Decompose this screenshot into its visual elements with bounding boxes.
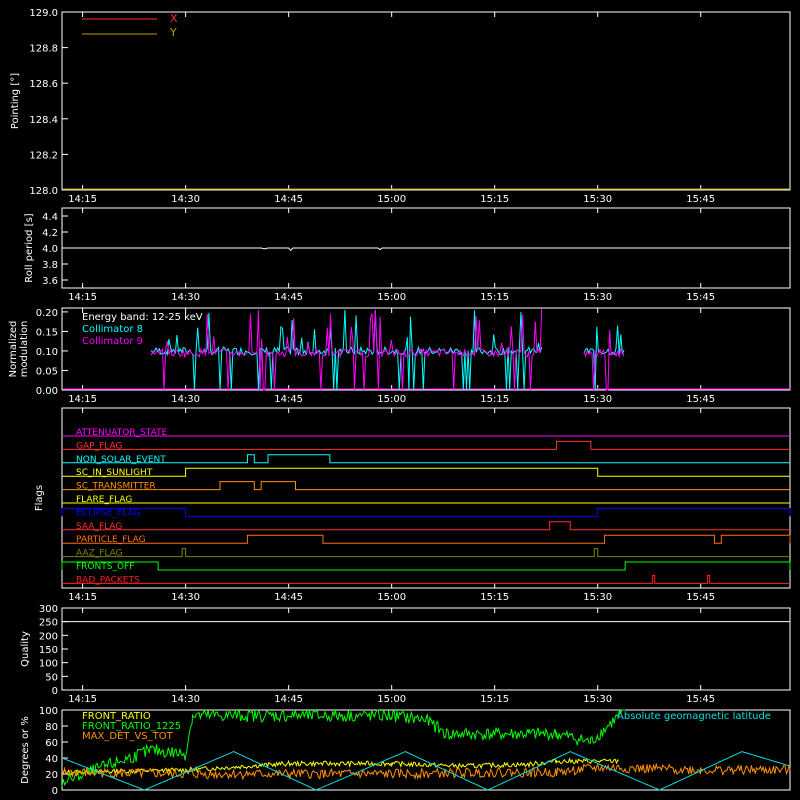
legend-collimator-8: Collimator 8: [82, 324, 143, 335]
x-tick-label: 14:15: [68, 394, 97, 405]
y-tick-label: 100: [39, 659, 58, 670]
y-tick-label: 150: [39, 645, 58, 656]
figure: Pointing [°] 128.0 128.2 128.4 128.6 128.8 12…: [0, 0, 800, 800]
x-tick-label: 14:45: [274, 394, 303, 405]
x-tick-label: 15:00: [377, 194, 406, 205]
x-tick-label: 14:30: [171, 694, 200, 705]
y-tick-label: 0.20: [36, 308, 58, 319]
legend-collimator-9: Collimator 9: [82, 336, 143, 347]
x-tick-label: 15:00: [377, 394, 406, 405]
x-tick-label: 14:30: [171, 592, 200, 603]
x-tick-label: 15:45: [686, 394, 715, 405]
x-tick-label: 14:45: [274, 694, 303, 705]
legend-x-label: X: [170, 12, 178, 25]
y-tick-label: 80: [45, 722, 58, 733]
x-tick-label: 14:15: [68, 292, 97, 303]
flag-label: ECLIPSE_FLAG: [76, 508, 140, 518]
y-tick-label: 128.0: [29, 186, 58, 197]
x-tick-label: 15:30: [583, 592, 612, 603]
x-tick-label: 15:45: [686, 592, 715, 603]
x-tick-label: 15:15: [480, 394, 509, 405]
x-tick-label: 15:30: [583, 194, 612, 205]
x-tick-label: 14:45: [274, 292, 303, 303]
x-tick-label: 15:15: [480, 592, 509, 603]
roll-period-ylabel: Roll period [s]: [24, 213, 35, 282]
y-tick-label: 129.0: [29, 8, 58, 19]
y-tick-label: 0.00: [36, 386, 58, 397]
x-tick-label: 15:00: [377, 694, 406, 705]
y-tick-label: 128.8: [29, 44, 58, 55]
x-tick-label: 15:00: [377, 592, 406, 603]
x-tick-label: 14:30: [171, 194, 200, 205]
x-tick-label: 15:00: [377, 292, 406, 303]
x-tick-label: 15:30: [583, 292, 612, 303]
y-tick-label: 0: [52, 686, 58, 697]
legend-geomagnetic-latitude: Absolute geomagnetic latitude: [617, 711, 771, 722]
y-tick-label: 4.2: [42, 228, 58, 239]
flags-ylabel: Flags: [34, 485, 45, 511]
y-tick-label: 300: [39, 604, 58, 615]
modulation-ylabel-line1: Normalized: [8, 321, 19, 378]
x-tick-label: 15:30: [583, 394, 612, 405]
y-tick-label: 4.4: [42, 212, 58, 223]
flag-label: FRONTS_OFF: [76, 562, 134, 572]
y-tick-label: 100: [39, 706, 58, 717]
modulation-ylabel-line2: modulation: [19, 321, 30, 378]
x-tick-label: 14:15: [68, 592, 97, 603]
y-tick-label: 3.6: [42, 276, 58, 287]
y-tick-label: 3.8: [42, 260, 58, 271]
pointing-ylabel: Pointing [°]: [10, 73, 21, 129]
x-tick-label: 15:45: [686, 194, 715, 205]
y-tick-label: 40: [45, 754, 58, 765]
x-tick-label: 15:15: [480, 194, 509, 205]
y-tick-label: 128.4: [29, 115, 58, 126]
x-tick-label: 14:30: [171, 394, 200, 405]
y-tick-label: 4.0: [42, 244, 58, 255]
energy-band-annotation: Energy band: 12-25 keV: [82, 312, 203, 323]
x-tick-label: 14:45: [274, 592, 303, 603]
y-tick-label: 128.2: [29, 150, 58, 161]
y-tick-label: 60: [45, 738, 58, 749]
x-tick-label: 14:15: [68, 194, 97, 205]
ratio-ylabel: Degrees or %: [20, 716, 31, 784]
y-tick-label: 200: [39, 631, 58, 642]
legend-y-label: Y: [169, 26, 177, 39]
y-tick-label: 0.15: [36, 327, 58, 338]
x-tick-label: 14:30: [171, 292, 200, 303]
x-tick-label: 14:15: [68, 694, 97, 705]
y-tick-label: 0.10: [36, 347, 58, 358]
x-tick-label: 15:15: [480, 694, 509, 705]
y-tick-label: 0: [52, 786, 58, 797]
y-tick-label: 20: [45, 770, 58, 781]
x-tick-label: 14:45: [274, 194, 303, 205]
legend-max-det-vs-tot: MAX_DET_VS_TOT: [82, 731, 174, 742]
y-tick-label: 250: [39, 618, 58, 629]
y-tick-label: 50: [45, 672, 58, 683]
x-tick-label: 15:45: [686, 292, 715, 303]
y-tick-label: 128.6: [29, 79, 58, 90]
quality-ylabel: Quality: [20, 631, 31, 667]
x-tick-label: 15:45: [686, 694, 715, 705]
y-tick-label: 0.05: [36, 366, 58, 377]
x-tick-label: 15:15: [480, 292, 509, 303]
x-tick-label: 15:30: [583, 694, 612, 705]
